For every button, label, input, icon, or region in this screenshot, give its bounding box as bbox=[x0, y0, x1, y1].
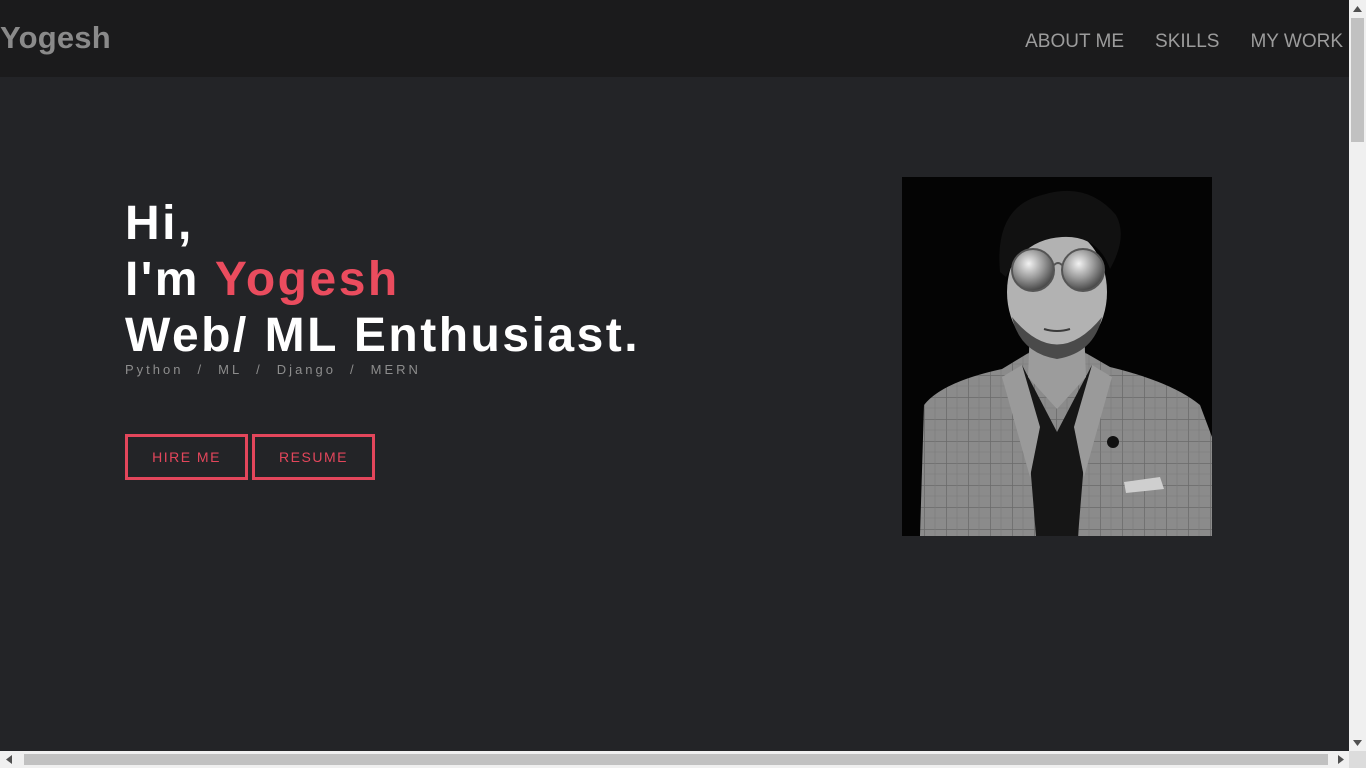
tag-mern: MERN bbox=[370, 362, 421, 377]
tag-ml: ML bbox=[218, 362, 243, 377]
scroll-up-icon[interactable] bbox=[1349, 0, 1366, 17]
vertical-scrollbar[interactable] bbox=[1349, 0, 1366, 751]
resume-button[interactable]: RESUME bbox=[252, 434, 375, 480]
tag-django: Django bbox=[276, 362, 336, 377]
nav-link-skills[interactable]: SKILLS bbox=[1155, 31, 1219, 53]
tag-python: Python bbox=[125, 362, 184, 377]
brand-logo[interactable]: Yogesh bbox=[0, 20, 111, 56]
skills-tagline: Python / ML / Django / MERN bbox=[125, 362, 421, 377]
scroll-right-icon[interactable] bbox=[1332, 751, 1349, 768]
cta-buttons: HIRE ME RESUME bbox=[125, 434, 375, 480]
nav-links: ABOUT ME SKILLS MY WORK bbox=[1025, 31, 1343, 53]
vertical-scroll-thumb[interactable] bbox=[1351, 18, 1364, 142]
hero-intro-prefix: I'm bbox=[125, 253, 215, 306]
horizontal-scroll-thumb[interactable] bbox=[24, 754, 1328, 765]
scroll-down-icon[interactable] bbox=[1349, 734, 1366, 751]
tag-separator: / bbox=[256, 362, 263, 377]
navbar: Yogesh ABOUT ME SKILLS MY WORK bbox=[0, 0, 1349, 77]
hire-me-button[interactable]: HIRE ME bbox=[125, 434, 248, 480]
hero-name: Yogesh bbox=[214, 253, 400, 306]
nav-link-my-work[interactable]: MY WORK bbox=[1250, 31, 1343, 53]
page: Yogesh ABOUT ME SKILLS MY WORK Hi, I'm Y… bbox=[0, 0, 1366, 768]
hero-heading: Hi, I'm Yogesh Web/ ML Enthusiast. bbox=[125, 196, 640, 364]
nav-link-about-me[interactable]: ABOUT ME bbox=[1025, 31, 1124, 53]
profile-photo-graphic bbox=[902, 177, 1212, 536]
hero-greeting: Hi, bbox=[125, 197, 194, 250]
hero-role: Web/ ML Enthusiast. bbox=[125, 309, 641, 362]
hero-intro-line: I'm Yogesh bbox=[125, 252, 640, 308]
scroll-left-icon[interactable] bbox=[0, 751, 17, 768]
tag-separator: / bbox=[350, 362, 357, 377]
tag-separator: / bbox=[197, 362, 205, 377]
horizontal-scrollbar[interactable] bbox=[0, 751, 1349, 768]
profile-photo bbox=[902, 177, 1212, 536]
scrollbar-corner bbox=[1349, 751, 1366, 768]
